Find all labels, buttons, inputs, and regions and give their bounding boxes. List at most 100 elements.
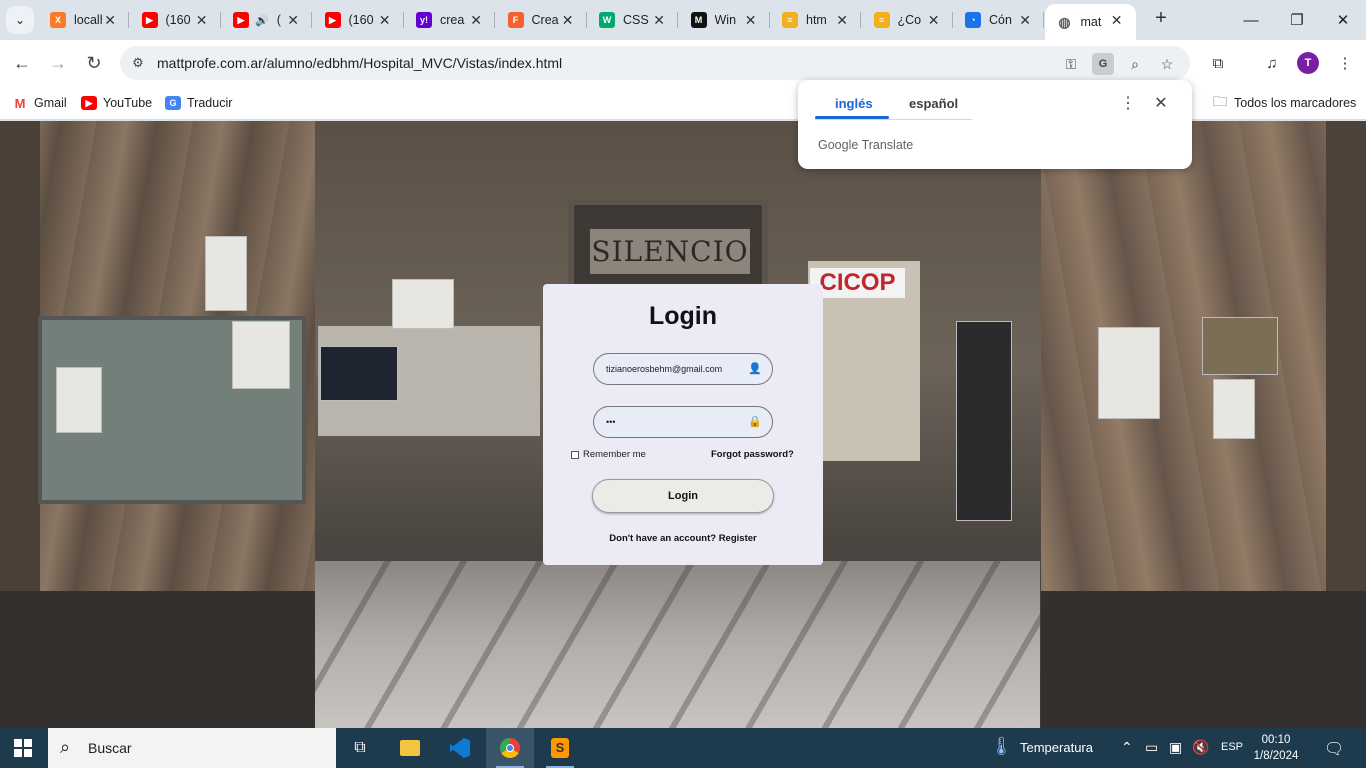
plus-icon: +	[1155, 7, 1167, 29]
brand-translate: Translate	[861, 138, 914, 152]
back-button[interactable]: ←	[7, 48, 37, 78]
tab-title: mat	[1080, 15, 1102, 29]
register-link[interactable]: Don't have an account? Register	[543, 533, 823, 544]
tab-close-icon[interactable]: ✕	[287, 12, 299, 28]
chrome-button[interactable]	[486, 728, 534, 768]
clock[interactable]: 00:10 1/8/2024	[1252, 732, 1300, 764]
task-view-button[interactable]: ⧉	[336, 728, 384, 768]
tab-close-icon[interactable]: ✕	[562, 12, 574, 28]
tab-2[interactable]: ▶ 🔊(✕	[221, 0, 312, 40]
bookmark-gmail[interactable]: M Gmail	[12, 93, 67, 113]
taskbar-search[interactable]: ⌕ Buscar	[48, 728, 336, 768]
sublime-text-button[interactable]: S	[536, 728, 584, 768]
tab-6[interactable]: W CSS ✕	[587, 0, 678, 40]
tab-close-icon[interactable]: ✕	[1111, 12, 1123, 28]
volume-muted-icon[interactable]: 🔇	[1192, 739, 1209, 756]
restore-button[interactable]: ❐	[1274, 0, 1320, 40]
tab-close-icon[interactable]: ✕	[379, 12, 391, 28]
tab-close-icon[interactable]: ✕	[470, 12, 482, 28]
media-control-icon[interactable]: ♫	[1260, 51, 1284, 75]
translate-tab-espanol[interactable]: español	[909, 96, 958, 111]
forward-button[interactable]: →	[43, 48, 73, 78]
windows-start-icon[interactable]	[14, 739, 32, 757]
remember-me[interactable]: Remember me	[571, 449, 646, 460]
tab-close-icon[interactable]: ✕	[196, 12, 208, 28]
close-icon[interactable]: ✕	[1152, 94, 1170, 114]
xampp-icon: X	[50, 12, 66, 28]
login-title: Login	[648, 302, 718, 330]
tab-close-icon[interactable]: ✕	[104, 12, 116, 28]
remember-checkbox[interactable]	[571, 450, 579, 459]
battery-icon[interactable]: ▣	[1169, 739, 1182, 756]
lock-icon: 🔒	[748, 416, 762, 428]
reload-button[interactable]: ↻	[79, 48, 109, 78]
reload-icon: ↻	[86, 52, 102, 73]
tab-10[interactable]: ◔ Cón ✕	[953, 0, 1044, 40]
bookmark-label: Traducir	[187, 96, 233, 110]
tab-8[interactable]: ≡ htm ✕	[770, 0, 861, 40]
gmail-icon: M	[12, 96, 28, 111]
tab-close-icon[interactable]: ✕	[745, 12, 757, 28]
close-window-button[interactable]: ✕	[1320, 0, 1366, 40]
google-translate-icon: G	[165, 96, 181, 110]
minimize-icon: —	[1243, 11, 1259, 29]
site-info-icon[interactable]: ⚙	[128, 53, 148, 73]
user-icon: 👤	[748, 363, 762, 375]
minimize-button[interactable]: —	[1228, 0, 1274, 40]
tab-3[interactable]: ▶ (160 ✕	[313, 0, 404, 40]
chevron-up-icon[interactable]: ⌃	[1121, 739, 1133, 756]
tab-title: ¿Co	[897, 13, 922, 27]
chevron-down-icon: ⌄	[14, 13, 26, 27]
email-input[interactable]	[606, 361, 746, 377]
tab-11[interactable]: ◍ mat ✕	[1044, 4, 1136, 40]
more-options-icon[interactable]: ⋮	[1120, 94, 1136, 114]
url-text[interactable]: mattprofe.com.ar/alumno/edbhm/Hospital_M…	[157, 55, 562, 71]
tab-5[interactable]: F Crea ✕	[496, 0, 587, 40]
forgot-password-link[interactable]: Forgot password?	[711, 449, 794, 460]
network-icon[interactable]: ▭	[1145, 739, 1158, 756]
vscode-icon	[450, 738, 470, 758]
weather-label[interactable]: Temperatura	[1020, 740, 1093, 755]
vscode-button[interactable]	[436, 728, 484, 768]
translate-icon[interactable]: G	[1092, 53, 1114, 75]
tab-close-icon[interactable]: ✕	[653, 12, 665, 28]
globe-icon: ◍	[1058, 13, 1071, 30]
tab-0[interactable]: Xlocalhost✕	[38, 0, 129, 40]
yahoo-icon: y!	[416, 12, 432, 28]
tab-7[interactable]: M Win ✕	[679, 0, 770, 40]
menu-kebab-icon[interactable]: ⋮	[1333, 51, 1357, 75]
password-input[interactable]	[606, 414, 746, 430]
notifications-icon[interactable]: 🗨	[1324, 739, 1344, 759]
extensions-icon[interactable]: ⧉	[1206, 51, 1230, 75]
arrow-left-icon: ←	[13, 52, 31, 73]
tab-search-button[interactable]: ⌄	[6, 6, 34, 34]
tab-1[interactable]: ▶ (160 ✕	[130, 0, 221, 40]
tab-4[interactable]: y! crea ✕	[404, 0, 495, 40]
blue-loop-icon: ◔	[965, 12, 981, 28]
password-field[interactable]: 🔒	[593, 406, 773, 438]
tab-close-icon[interactable]: ✕	[1019, 12, 1031, 28]
silencio-sign: SILENCIO	[590, 229, 750, 274]
email-field[interactable]: 👤	[593, 353, 773, 385]
file-explorer-button[interactable]	[386, 728, 434, 768]
translate-tab-ingles[interactable]: inglés	[835, 96, 873, 111]
address-bar[interactable]: ⚙ mattprofe.com.ar/alumno/edbhm/Hospital…	[120, 46, 1190, 80]
password-key-icon[interactable]: ⚿	[1060, 53, 1082, 75]
tab-9[interactable]: ≡ ¿Co ✕	[862, 0, 953, 40]
language-indicator[interactable]: ESP	[1221, 741, 1243, 753]
profile-avatar[interactable]: T	[1297, 52, 1319, 74]
login-button[interactable]: Login	[592, 479, 774, 513]
bookmark-star-icon[interactable]: ☆	[1156, 53, 1178, 75]
translate-tab-rule	[815, 119, 972, 120]
tab-close-icon[interactable]: ✕	[928, 12, 940, 28]
bookmark-traducir[interactable]: G Traducir	[165, 93, 232, 113]
tab-title: Crea	[531, 13, 559, 27]
clock-time: 00:10	[1261, 734, 1291, 746]
tab-close-icon[interactable]: ✕	[836, 12, 848, 28]
new-tab-button[interactable]: +	[1150, 8, 1172, 30]
bookmark-youtube[interactable]: ▶ YouTube	[81, 93, 152, 113]
all-bookmarks-button[interactable]: 🗀 Todos los marcadores	[1213, 93, 1356, 113]
youtube-icon: ▶	[141, 12, 158, 28]
zoom-icon[interactable]: ⌕	[1124, 53, 1146, 75]
audio-playing-icon[interactable]: 🔊	[255, 14, 269, 27]
